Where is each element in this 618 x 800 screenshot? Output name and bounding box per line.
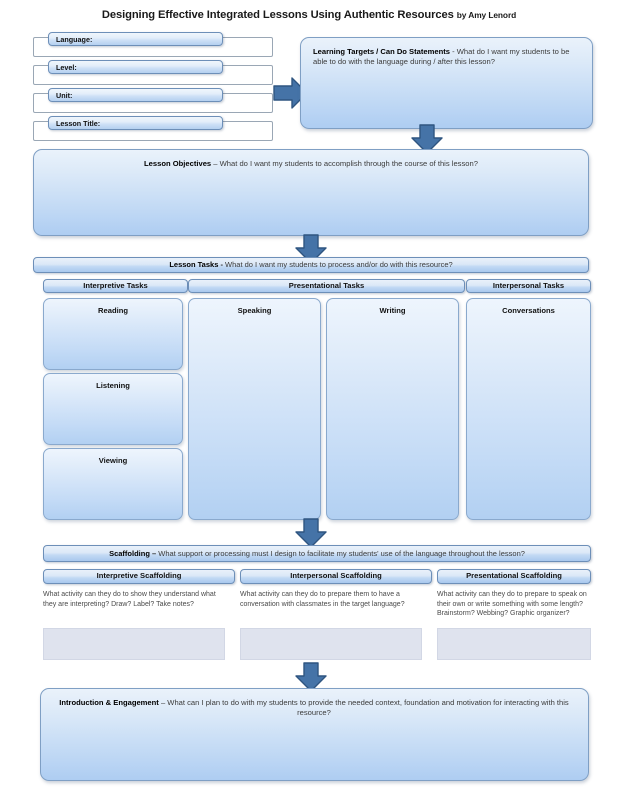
lesson-objectives-heading: Lesson Objectives <box>144 159 212 168</box>
interpersonal-scaffolding-header-text: Interpersonal Scaffolding <box>290 571 382 581</box>
presentational-tasks-header: Presentational Tasks <box>188 279 465 293</box>
speaking-task-box[interactable]: Speaking <box>188 298 321 520</box>
conversations-task-label: Conversations <box>502 306 555 315</box>
level-field-label: Level: <box>48 60 223 74</box>
lesson-tasks-strip: Lesson Tasks - What do I want my student… <box>169 260 452 269</box>
scaffolding-heading: Scaffolding <box>109 548 150 558</box>
page-title-author: by Amy Lenord <box>456 10 517 20</box>
language-field-label: Language: <box>48 32 223 46</box>
interpersonal-scaffolding-header: Interpersonal Scaffolding <box>240 569 432 584</box>
writing-task-box[interactable]: Writing <box>326 298 459 520</box>
interpretive-scaffolding-header-text: Interpretive Scaffolding <box>96 571 182 581</box>
interpretive-tasks-header: Interpretive Tasks <box>43 279 188 293</box>
page-title-main: Designing Effective Integrated Lessons U… <box>101 9 454 21</box>
listening-task-label: Listening <box>96 381 130 390</box>
presentational-scaffolding-input[interactable] <box>437 628 591 660</box>
interpersonal-tasks-header-text: Interpersonal Tasks <box>492 280 565 290</box>
scaffolding-bar: Scaffolding – What support or processing… <box>43 545 591 562</box>
viewing-task-label: Viewing <box>98 456 128 465</box>
lesson-tasks-heading: Lesson Tasks <box>169 260 219 270</box>
introduction-engagement-heading: Introduction & Engagement <box>59 698 159 707</box>
lesson-title-label-text: Lesson Title: <box>56 118 101 128</box>
conversations-task-box[interactable]: Conversations <box>466 298 591 520</box>
writing-task-label: Writing <box>379 306 406 315</box>
learning-targets-separator: - <box>450 47 457 56</box>
lesson-objectives-separator: – <box>211 159 220 168</box>
language-label-text: Language: <box>56 34 93 44</box>
presentational-scaffolding-description: What activity can they do to prepare to … <box>437 591 587 618</box>
listening-task-box[interactable]: Listening <box>43 373 183 445</box>
scaffolding-separator: – <box>149 548 159 558</box>
interpersonal-scaffolding-description: What activity can they do to prepare the… <box>240 591 405 608</box>
scaffolding-question: What support or processing must I design… <box>158 548 525 558</box>
level-label-text: Level: <box>56 62 77 72</box>
reading-task-box[interactable]: Reading <box>43 298 183 370</box>
presentational-scaffolding-header-text: Presentational Scaffolding <box>466 571 562 581</box>
lesson-title-field-label: Lesson Title: <box>48 116 223 130</box>
scaffolding-strip: Scaffolding – What support or processing… <box>109 549 525 558</box>
introduction-engagement-question: What can I plan to do with my students t… <box>167 698 569 718</box>
lesson-tasks-bar: Lesson Tasks - What do I want my student… <box>33 257 589 273</box>
viewing-task-box[interactable]: Viewing <box>43 448 183 520</box>
interpersonal-scaffolding-input[interactable] <box>240 628 422 660</box>
unit-field-label: Unit: <box>48 88 223 102</box>
lesson-planning-template-page: Designing Effective Integrated Lessons U… <box>0 0 618 800</box>
learning-targets-heading: Learning Targets / Can Do Statements <box>313 47 450 56</box>
lesson-tasks-question: What do I want my students to process an… <box>225 260 453 270</box>
presentational-scaffolding-header: Presentational Scaffolding <box>437 569 591 584</box>
interpretive-tasks-header-text: Interpretive Tasks <box>83 280 148 290</box>
arrow-down-icon <box>295 518 327 548</box>
unit-label-text: Unit: <box>56 90 73 100</box>
page-title: Designing Effective Integrated Lessons U… <box>0 9 618 21</box>
speaking-task-label: Speaking <box>237 306 272 315</box>
lesson-objectives-text: Lesson Objectives – What do I want my st… <box>45 159 577 169</box>
introduction-engagement-text: Introduction & Engagement – What can I p… <box>55 698 573 719</box>
learning-targets-text: Learning Targets / Can Do Statements - W… <box>313 47 581 68</box>
interpretive-scaffolding-description: What activity can they do to show they u… <box>43 591 216 608</box>
introduction-engagement-separator: – <box>158 698 168 707</box>
presentational-tasks-header-text: Presentational Tasks <box>288 280 365 290</box>
interpersonal-tasks-header: Interpersonal Tasks <box>466 279 591 293</box>
reading-task-label: Reading <box>98 306 128 315</box>
interpretive-scaffolding-input[interactable] <box>43 628 225 660</box>
lesson-objectives-question: What do I want my students to accomplish… <box>219 159 478 168</box>
interpretive-scaffolding-header: Interpretive Scaffolding <box>43 569 235 584</box>
